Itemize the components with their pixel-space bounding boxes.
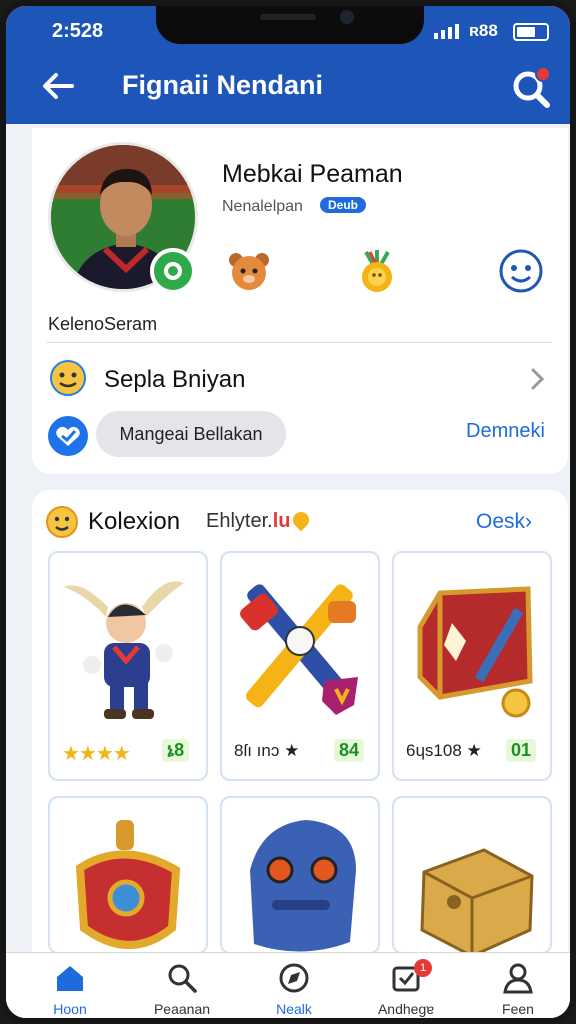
row-link[interactable]: Demneki	[466, 420, 545, 443]
verified-badge-icon	[150, 248, 196, 294]
status-bar: 2:528 ʀ88	[6, 6, 570, 54]
phone-frame: 2:528 ʀ88 Fignaii Nendani Mebkai Peaman …	[0, 0, 576, 1024]
see-more-link[interactable]: Oesk›	[476, 510, 532, 534]
compass-icon	[279, 963, 309, 993]
treasure-chest-icon	[417, 586, 533, 718]
page-title: Fignaii Nendani	[122, 70, 324, 100]
profile-subtitle: Nenalelpan	[222, 198, 303, 215]
back-arrow-icon[interactable]	[36, 64, 80, 108]
status-time: 2:528	[52, 20, 104, 42]
profile-name: Mebkai Peaman	[222, 160, 403, 188]
nav-item-search[interactable]: Peaanan	[132, 961, 232, 1018]
search-icon	[168, 964, 197, 993]
collection-emoji-icon	[46, 506, 78, 538]
profile-handle: KelenoSeram	[48, 314, 158, 334]
heart-check-icon	[48, 416, 88, 456]
collection-title: Kolexion	[88, 508, 181, 535]
collection-item-weapons[interactable]: 8ſı ınɔ ★ 84	[220, 551, 380, 781]
item-score: 84	[334, 739, 365, 762]
collection-item-shield[interactable]	[48, 796, 208, 954]
battery-icon	[513, 23, 549, 41]
item-score: ኔ8	[162, 739, 190, 762]
menu-row-label[interactable]: Sepla Bniyan	[104, 366, 245, 394]
inbox-badge: 1	[414, 959, 432, 977]
nav-item-home[interactable]: Hoon	[20, 961, 120, 1018]
bottom-nav: Hoon Peaanan Nealk 1 Andhegɐ Feen	[6, 952, 570, 1018]
action-chip[interactable]: Mangeai Bellakan	[96, 411, 286, 457]
signal-icon	[434, 24, 459, 39]
network-label: ʀ88	[469, 21, 498, 40]
camera-notch	[156, 6, 424, 44]
crossed-weapons-icon	[240, 584, 358, 715]
search-button[interactable]	[506, 62, 556, 112]
fire-icon	[290, 508, 313, 532]
profile-card: Mebkai Peaman Nenalelpan Deub KelenoSera…	[32, 128, 568, 474]
home-icon	[57, 966, 83, 991]
status-badge: Deub	[320, 197, 366, 213]
item-rating: 8ſı ınɔ ★	[234, 741, 300, 760]
jester-character-icon	[64, 581, 184, 719]
notification-dot	[535, 66, 551, 82]
blue-mask-icon	[250, 820, 356, 952]
collection-item-jester[interactable]: ★★★★ ኔ8	[48, 551, 208, 781]
nav-item-profile[interactable]: Feen	[468, 961, 568, 1018]
collection-item-chest[interactable]: 6ɥs108 ★ 01	[392, 551, 552, 781]
item-rating: ★★★★	[62, 743, 131, 765]
item-score: 01	[506, 739, 537, 762]
medal-emoji-icon[interactable]	[354, 248, 400, 294]
nav-item-inbox[interactable]: 1 Andhegɐ	[356, 959, 456, 1018]
home-indicator	[206, 1018, 382, 1023]
collection-subtitle: Ehlyter.lu	[206, 508, 313, 533]
smiley-icon	[50, 360, 86, 396]
divider	[46, 342, 552, 343]
bear-emoji-icon[interactable]	[226, 248, 272, 294]
collection-item-mask[interactable]	[220, 796, 380, 954]
golden-shield-icon	[75, 820, 181, 949]
nav-item-compass[interactable]: Nealk	[244, 961, 344, 1018]
item-rating: 6ɥs108 ★	[406, 741, 482, 760]
app-header: 2:528 ʀ88 Fignaii Nendani	[6, 6, 570, 124]
mascot-emoji-icon[interactable]	[498, 248, 544, 294]
collection-item-box[interactable]	[392, 796, 552, 954]
person-icon	[503, 963, 533, 994]
gold-box-icon	[420, 848, 534, 952]
chevron-right-icon[interactable]	[528, 364, 548, 394]
